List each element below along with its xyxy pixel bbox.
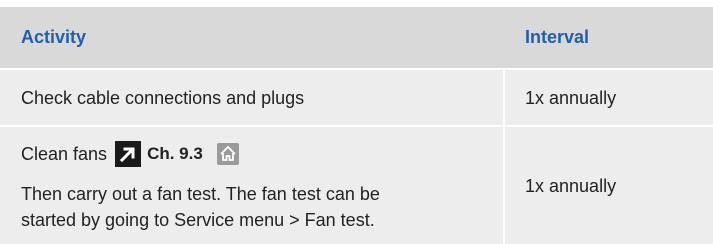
chapter-reference-link[interactable]: Ch. 9.3 bbox=[147, 144, 203, 164]
table-row: Check cable connections and plugs 1x ann… bbox=[0, 70, 713, 127]
interval-text: 1x annually bbox=[525, 87, 617, 108]
activity-text: Clean fans bbox=[21, 144, 108, 164]
interval-cell: 1x annually bbox=[505, 70, 713, 125]
maintenance-table: Activity Interval Check cable connection… bbox=[0, 7, 713, 244]
interval-cell: 1x annually bbox=[505, 127, 713, 244]
header-interval: Interval bbox=[525, 27, 590, 47]
activity-cell: Clean fans Ch. 9.3 Then carry out a fan … bbox=[0, 127, 505, 244]
home-icon[interactable] bbox=[216, 143, 239, 165]
note-line: Then carry out a fan test. The fan test … bbox=[21, 184, 380, 204]
clean-fans-line: Clean fans Ch. 9.3 bbox=[21, 139, 503, 169]
external-reference-arrow-icon[interactable] bbox=[115, 141, 142, 167]
table-header: Activity Interval bbox=[0, 7, 713, 70]
fan-test-note: Then carry out a fan test. The fan test … bbox=[21, 181, 503, 233]
note-line: started by going to Service menu > Fan t… bbox=[21, 210, 375, 230]
interval-text: 1x annually bbox=[525, 175, 617, 196]
activity-text: Check cable connections and plugs bbox=[21, 87, 305, 108]
activity-cell: Check cable connections and plugs bbox=[0, 70, 505, 125]
table-row: Clean fans Ch. 9.3 Then carry out a fan … bbox=[0, 127, 713, 244]
header-activity: Activity bbox=[21, 27, 87, 47]
